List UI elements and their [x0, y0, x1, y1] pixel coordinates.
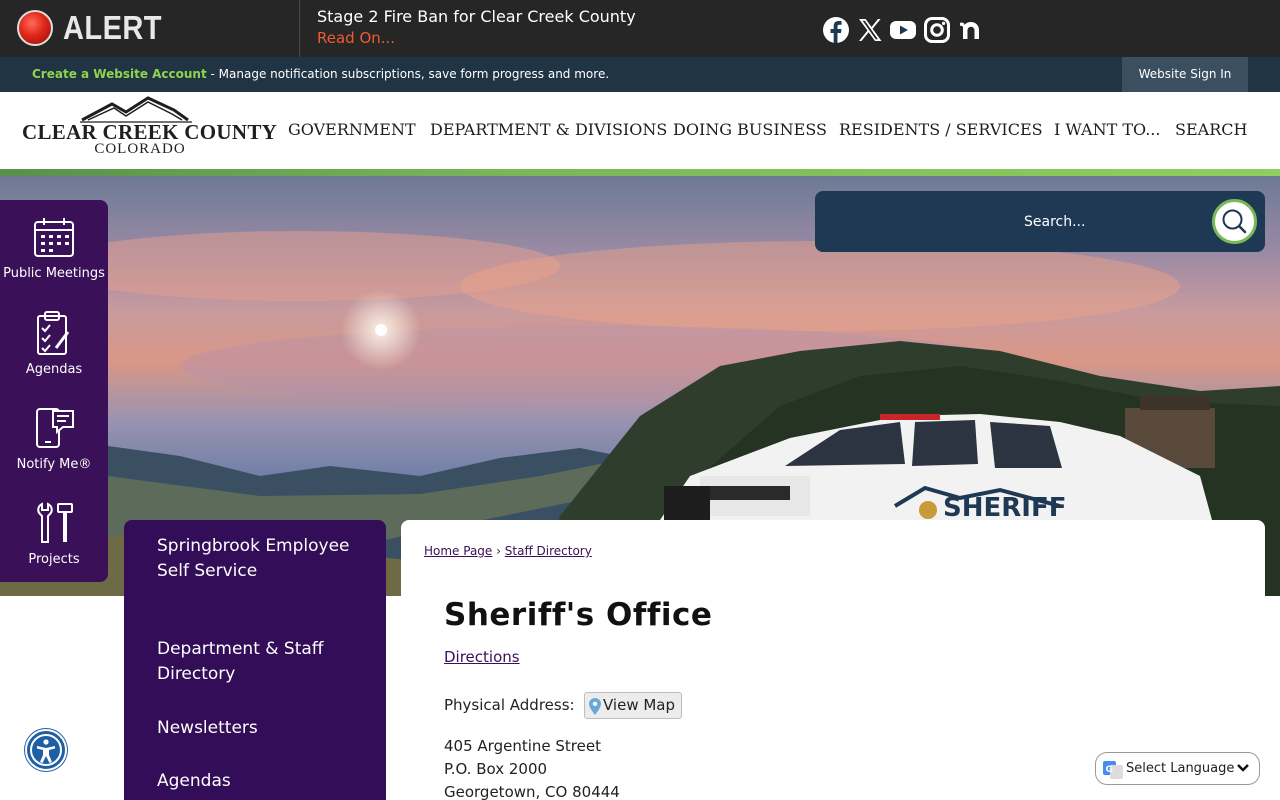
nav-doing-business[interactable]: DOING BUSINESS [673, 120, 827, 139]
quick-link-label: Projects [28, 552, 80, 567]
side-nav-staff-directory[interactable]: Department & Staff Directory [157, 637, 357, 687]
svg-text:G: G [1106, 765, 1113, 775]
nextdoor-icon[interactable] [957, 16, 985, 44]
x-icon[interactable] [856, 16, 884, 44]
map-pin-icon [589, 698, 601, 715]
view-map-button[interactable]: View Map [584, 692, 682, 719]
nav-search[interactable]: SEARCH [1175, 120, 1247, 139]
alert-read-on-link[interactable]: Read On... [317, 29, 395, 47]
side-nav-springbrook[interactable]: Springbrook Employee Self Service [157, 534, 357, 584]
account-bar-message: - Manage notification subscriptions, sav… [206, 67, 610, 81]
accessibility-button[interactable] [25, 729, 67, 771]
account-bar-text: Create a Website Account - Manage notifi… [32, 67, 609, 81]
facebook-icon[interactable] [822, 16, 850, 44]
side-nav-agendas[interactable]: Agendas [157, 769, 357, 794]
alert-icon [17, 10, 53, 46]
site-header: CLEAR CREEK COUNTY COLORADO GOVERNMENT D… [0, 92, 1280, 169]
address-line-1: 405 Argentine Street [444, 737, 601, 755]
tools-icon [37, 502, 73, 543]
logo-sub: COLORADO [94, 141, 186, 157]
breadcrumb-staff-directory-link[interactable]: Staff Directory [505, 544, 592, 558]
alert-label: ALERT [63, 9, 162, 46]
quick-link-public-meetings[interactable]: Public Meetings [0, 216, 108, 281]
quick-links-panel: Public Meetings Agendas Notify Me® Proje… [0, 200, 108, 582]
quick-link-agendas[interactable]: Agendas [0, 310, 108, 377]
alert-title[interactable]: Stage 2 Fire Ban for Clear Creek County [317, 7, 636, 26]
side-nav-newsletters[interactable]: Newsletters [157, 716, 357, 741]
youtube-icon[interactable] [889, 16, 917, 44]
directions-link[interactable]: Directions [444, 648, 520, 666]
chevron-down-icon [1237, 764, 1249, 772]
language-select[interactable]: G Select Language [1095, 752, 1260, 785]
language-select-label: Select Language [1126, 761, 1235, 776]
address-line-2: P.O. Box 2000 [444, 760, 548, 778]
county-logo[interactable]: CLEAR CREEK COUNTY COLORADO [22, 96, 277, 162]
instagram-icon[interactable] [923, 16, 951, 44]
page-title: Sheriff's Office [444, 597, 713, 633]
physical-address-label: Physical Address: [444, 696, 575, 714]
quick-link-projects[interactable]: Projects [0, 500, 108, 567]
site-search-input[interactable] [1012, 205, 1202, 239]
breadcrumb-separator: › [496, 544, 501, 558]
google-translate-icon: G [1103, 761, 1123, 779]
truck-sheriff-text: SHERIFF [943, 493, 1066, 523]
nav-residents-services[interactable]: RESIDENTS / SERVICES [839, 120, 1043, 139]
quick-link-label: Notify Me® [16, 457, 92, 472]
phone-icon [36, 408, 74, 448]
clipboard-icon [37, 311, 70, 355]
search-button[interactable] [1212, 199, 1257, 244]
view-map-label: View Map [603, 696, 676, 714]
alert-label-area: ALERT [0, 0, 300, 57]
side-nav: Springbrook Employee Self Service Depart… [124, 520, 386, 800]
breadcrumb: Home Page › Staff Directory [424, 544, 592, 558]
create-account-link[interactable]: Create a Website Account [32, 67, 207, 81]
quick-link-label: Public Meetings [3, 266, 105, 281]
breadcrumb-home-link[interactable]: Home Page [424, 544, 492, 558]
search-icon [1222, 209, 1247, 234]
accessibility-icon [30, 734, 62, 766]
nav-i-want-to[interactable]: I WANT TO... [1054, 120, 1160, 139]
account-bar: Create a Website Account - Manage notifi… [0, 57, 1280, 92]
quick-link-label: Agendas [25, 362, 83, 377]
alert-bar: ALERT Stage 2 Fire Ban for Clear Creek C… [0, 0, 1280, 57]
nav-departments[interactable]: DEPARTMENT & DIVISIONS [430, 120, 667, 139]
address-line-3: Georgetown, CO 80444 [444, 783, 620, 800]
nav-government[interactable]: GOVERNMENT [288, 120, 416, 139]
quick-link-notify-me[interactable]: Notify Me® [0, 405, 108, 472]
accent-strip [0, 169, 1280, 176]
calendar-icon [34, 218, 74, 257]
website-sign-in-button[interactable]: Website Sign In [1122, 57, 1248, 92]
